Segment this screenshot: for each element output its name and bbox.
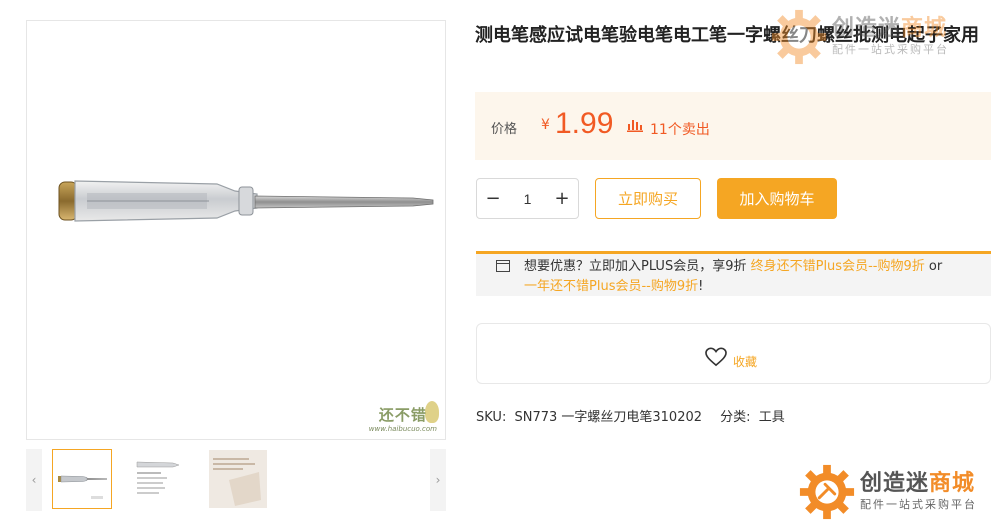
favorite-panel: 收藏 (476, 323, 991, 384)
quantity-input[interactable] (509, 179, 546, 218)
plus-promo-end: ! (698, 279, 704, 294)
plus-yearly-link[interactable]: 一年还不错Plus会员--购物9折 (524, 279, 698, 294)
quantity-stepper: − + (476, 178, 579, 219)
brand-name: 创造迷商城 (860, 471, 977, 497)
plus-promo-or: or (924, 259, 943, 274)
plus-promo-line1: 想要优惠？立即加入PLUS会员，享9折 终身还不错Plus会员--购物9折 or (524, 257, 942, 277)
thumbnail-packaging[interactable] (130, 449, 190, 509)
main-product-image[interactable]: 还不错 www.haibucuo.com (26, 20, 446, 440)
screwdriver-illustration (58, 180, 434, 222)
card-icon (496, 260, 510, 272)
image-watermark: 还不错 www.haibucuo.com (369, 404, 437, 433)
thumb-next-button[interactable]: › (430, 449, 446, 511)
favorite-button[interactable]: 收藏 (705, 343, 757, 370)
brand-name-part2: 商城 (929, 471, 976, 496)
price-value: 1.99 (555, 107, 614, 140)
brand-name-part1: 创造迷 (860, 471, 930, 496)
plus-lifetime-link[interactable]: 终身还不错Plus会员--购物9折 (751, 259, 925, 274)
price-currency: ¥ (541, 117, 550, 133)
add-to-cart-button[interactable]: 加入购物车 (717, 178, 837, 219)
price-label: 价格 (491, 122, 518, 137)
bar-chart-icon (627, 120, 643, 132)
category-label: 分类: (720, 410, 751, 425)
buy-now-button[interactable]: 立即购买 (595, 178, 701, 219)
watermark-url: www.haibucuo.com (368, 425, 437, 433)
thumbnail-label[interactable] (208, 449, 268, 509)
brand-tagline: 配件一站式采购平台 (832, 43, 949, 56)
quantity-minus-button[interactable]: − (477, 179, 509, 218)
chevron-right-icon: › (435, 473, 441, 487)
gear-logo-icon (799, 464, 855, 520)
watermark-name: 还不错 (378, 406, 427, 424)
thumbnail-strip: ‹ › (26, 449, 446, 511)
price-box: 价格 ¥ 1.99 11个卖出 (475, 92, 991, 160)
chevron-left-icon: ‹ (31, 473, 37, 487)
plus-promo-line2: 一年还不错Plus会员--购物9折! (524, 277, 703, 297)
product-meta: SKU: SN773 一字螺丝刀电笔310202 分类: 工具 (476, 406, 789, 425)
category-value[interactable]: 工具 (759, 410, 785, 425)
brand-watermark-bottom: 创造迷商城 配件一站式采购平台 (798, 463, 977, 521)
brand-tagline: 配件一站式采购平台 (860, 498, 977, 511)
heart-icon (705, 347, 727, 366)
gear-logo-icon (771, 9, 827, 65)
thumb-prev-button[interactable]: ‹ (26, 449, 42, 511)
plus-promo-text: 想要优惠？立即加入PLUS会员，享9折 (524, 259, 751, 274)
thumbnail-screwdriver[interactable] (52, 449, 112, 509)
brand-watermark-top: 创造迷商城 配件一站式采购平台 (770, 8, 949, 66)
sku-label: SKU: (476, 410, 507, 425)
sku-value: SN773 一字螺丝刀电笔310202 (514, 410, 703, 425)
brand-name-part2: 商城 (901, 16, 948, 41)
brand-name-part1: 创造迷 (832, 16, 902, 41)
sales-count: 11个卖出 (650, 122, 710, 138)
favorite-label: 收藏 (733, 355, 758, 369)
quantity-plus-button[interactable]: + (546, 179, 578, 218)
plus-promo-banner: 想要优惠？立即加入PLUS会员，享9折 终身还不错Plus会员--购物9折 or… (476, 251, 991, 296)
brand-name: 创造迷商城 (832, 16, 949, 42)
